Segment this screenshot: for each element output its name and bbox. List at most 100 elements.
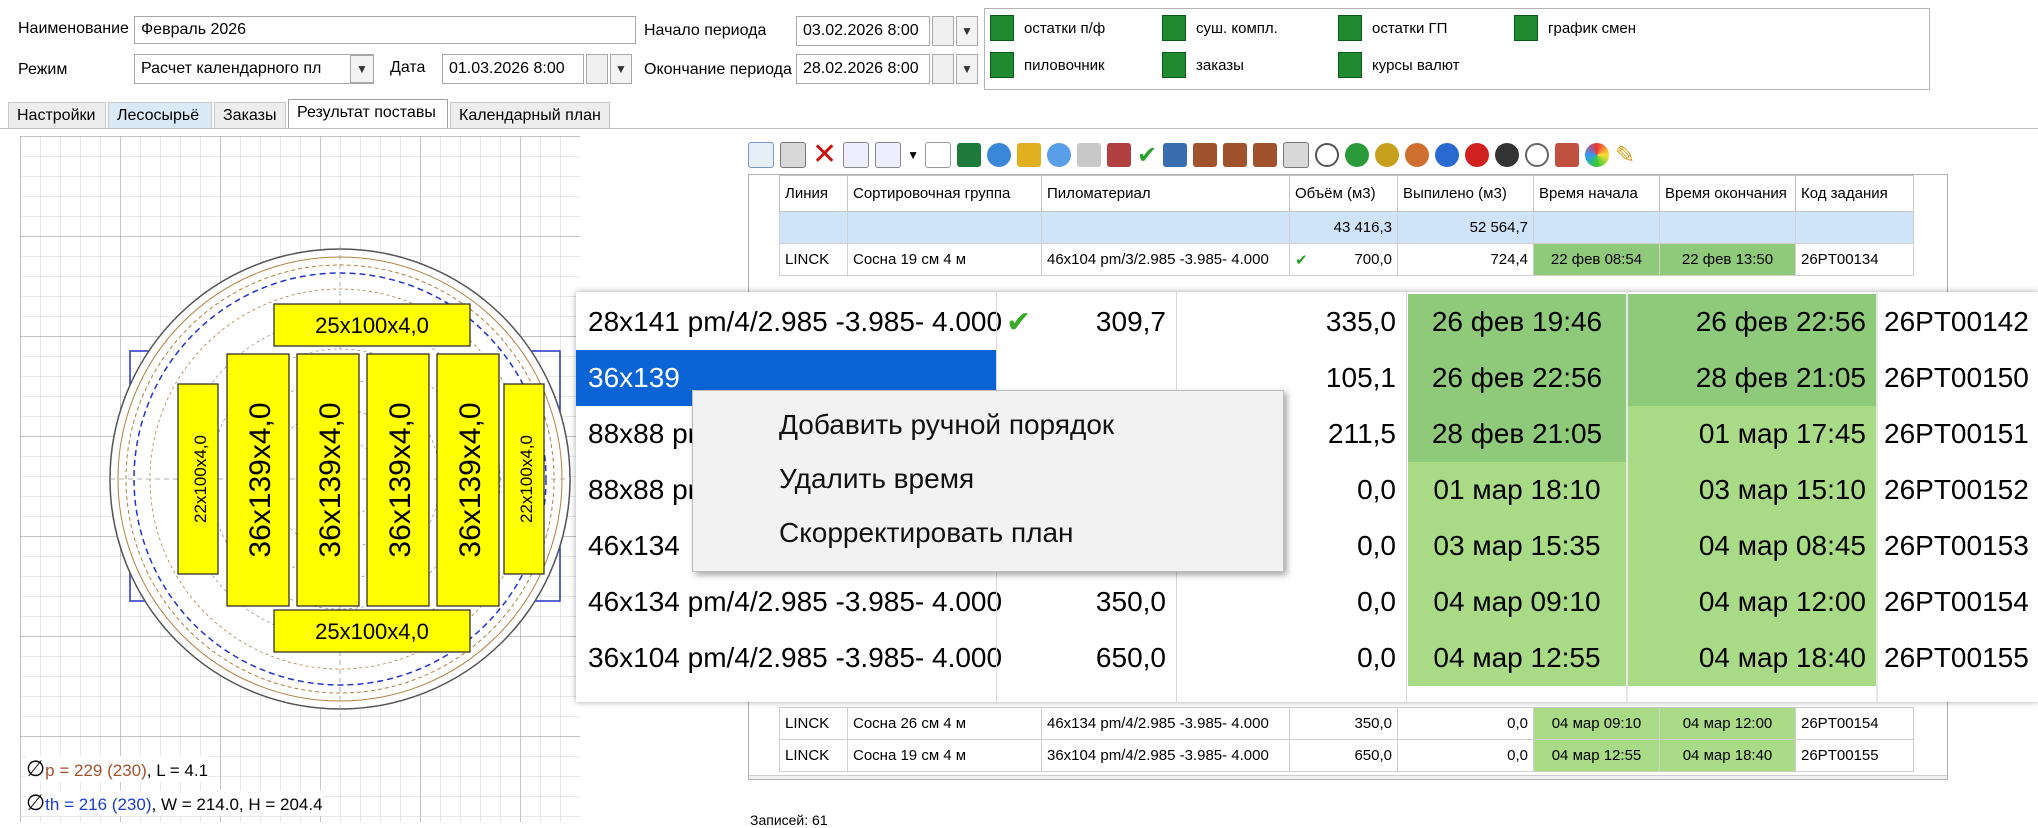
col-line[interactable]: Линия — [779, 175, 848, 212]
table-icon[interactable] — [780, 142, 806, 168]
menu-adjust-plan[interactable]: Скорректировать план — [779, 517, 1074, 549]
horizontal-scrollbar[interactable]: ‹ — [749, 775, 1947, 779]
center-board-label: 36x139x4,0 — [384, 402, 417, 557]
date-chevron-down-icon[interactable]: ▼ — [610, 54, 632, 84]
name-label: Наименование — [18, 20, 129, 37]
tabs-divider — [0, 128, 2038, 129]
status-records: Записей: 61 — [750, 812, 828, 828]
date-input[interactable]: 01.03.2026 8:00 — [442, 54, 584, 84]
cutting-diagram-svg: 25x100x4,0 25x100x4,0 22x100x4,0 22x100x… — [20, 136, 580, 822]
hierarchy-icon[interactable] — [1283, 142, 1310, 168]
new-doc-icon[interactable] — [748, 142, 774, 168]
tab-calendar-plan[interactable]: Календарный план — [450, 102, 610, 128]
mode-chevron-down-icon[interactable]: ▼ — [350, 55, 374, 83]
check-logs[interactable]: пиловочник — [990, 52, 1105, 78]
checkbox-icon — [1338, 15, 1362, 41]
col-group[interactable]: Сортировочная группа — [847, 175, 1042, 212]
table-row[interactable]: LINCK Сосна 26 см 4 м 46x134 pm/4/2.985 … — [779, 707, 1914, 740]
tab-cut-result[interactable]: Результат поставы — [288, 99, 448, 129]
context-menu: Добавить ручной порядок Удалить время Ск… — [692, 390, 1284, 572]
col-cut[interactable]: Выпилено (м3) — [1397, 175, 1534, 212]
machine-icon[interactable] — [1253, 143, 1278, 167]
start-chevron-down-icon[interactable]: ▼ — [956, 16, 978, 46]
table-row[interactable]: 36x104 pm/4/2.985 -3.985- 4.000 650,0 0,… — [576, 630, 2038, 686]
alert-circle-icon[interactable] — [1405, 143, 1430, 167]
col-material[interactable]: Пиломатериал — [1041, 175, 1290, 212]
end-chevron-down-icon[interactable]: ▼ — [956, 54, 978, 84]
checkbox-icon — [990, 15, 1014, 41]
chevron-down-icon[interactable]: ▼ — [907, 148, 919, 162]
checkmark-icon: ✔ — [1295, 251, 1308, 269]
date-label: Дата — [390, 59, 426, 76]
start-spinner[interactable] — [932, 16, 954, 46]
col-code[interactable]: Код задания — [1795, 175, 1914, 212]
stop-circle-icon[interactable] — [1495, 143, 1520, 167]
blank-doc-icon[interactable] — [925, 142, 952, 168]
name-input[interactable]: Февраль 2026 — [134, 16, 636, 44]
tab-timber[interactable]: Лесосырьё — [108, 102, 212, 128]
printer-icon[interactable] — [1077, 143, 1102, 167]
col-divider — [1876, 292, 1878, 702]
chevron-left-icon[interactable]: ‹ — [751, 778, 756, 779]
col-divider — [1406, 292, 1407, 702]
pen-icon[interactable] — [1163, 143, 1188, 167]
start-input[interactable]: 03.02.2026 8:00 — [796, 16, 930, 46]
checkbox-icon — [990, 52, 1014, 78]
ok-circle-icon[interactable] — [1345, 143, 1370, 167]
right-board-label: 22x100x4,0 — [517, 435, 536, 523]
tab-settings[interactable]: Настройки — [8, 102, 106, 128]
table-row[interactable]: 46x134 pm/4/2.985 -3.985- 4.000 350,0 0,… — [576, 574, 2038, 630]
check-currency[interactable]: курсы валют — [1338, 52, 1460, 78]
col-start[interactable]: Время начала — [1533, 175, 1660, 212]
comment-icon[interactable] — [1525, 143, 1550, 167]
check-leftovers-gp[interactable]: остатки ГП — [1338, 15, 1447, 41]
palette-icon[interactable] — [1555, 143, 1580, 167]
check-dry-sets[interactable]: суш. компл. — [1162, 15, 1278, 41]
grid-toolbar: ✕ ▼ ✔ ✎ — [748, 138, 1988, 172]
start-label: Начало периода — [644, 22, 767, 39]
total-volume: 43 416,3 — [1289, 211, 1398, 244]
diameter-info: ∅p = 229 (230), L = 4.1 — [26, 756, 209, 782]
machine-icon[interactable] — [1223, 143, 1248, 167]
col-volume[interactable]: Объём (м3) — [1289, 175, 1398, 212]
color-wheel-icon[interactable] — [1585, 143, 1610, 167]
menu-add-manual-order[interactable]: Добавить ручной порядок — [779, 409, 1114, 441]
col-end[interactable]: Время окончания — [1659, 175, 1796, 212]
grid-settings-icon[interactable] — [875, 142, 902, 168]
checkbox-icon — [1162, 52, 1186, 78]
clock-icon[interactable] — [1315, 143, 1340, 167]
table-row[interactable]: 28x141 pm/4/2.985 -3.985- 4.000 ✔ 309,7 … — [576, 294, 2038, 350]
totals-row: 43 416,3 52 564,7 — [779, 211, 1914, 244]
pencil-icon[interactable]: ✎ — [1615, 141, 1635, 170]
checkmark-icon[interactable]: ✔ — [1137, 141, 1157, 170]
excel-icon[interactable] — [957, 143, 982, 167]
refresh-icon[interactable] — [987, 143, 1012, 167]
check-shift-schedule[interactable]: график смен — [1514, 15, 1636, 41]
warning-circle-icon[interactable] — [1375, 143, 1400, 167]
table-row[interactable]: LINCK Сосна 19 см 4 м 46x104 pm/3/2.985 … — [779, 243, 1914, 276]
tools-icon[interactable] — [1107, 143, 1132, 167]
total-cut: 52 564,7 — [1397, 211, 1534, 244]
date-spinner[interactable] — [586, 54, 608, 84]
end-spinner[interactable] — [932, 54, 954, 84]
info-icon[interactable] — [1047, 143, 1072, 167]
center-board-label: 36x139x4,0 — [314, 402, 347, 557]
table-row[interactable]: LINCK Сосна 19 см 4 м 36x104 pm/4/2.985 … — [779, 739, 1914, 772]
left-board-label: 22x100x4,0 — [191, 435, 210, 523]
tab-orders[interactable]: Заказы — [214, 102, 286, 128]
mode-select[interactable]: Расчет календарного пл — [134, 54, 374, 84]
end-input[interactable]: 28.02.2026 8:00 — [796, 54, 930, 84]
error-circle-icon[interactable] — [1465, 143, 1490, 167]
delete-icon[interactable]: ✕ — [812, 140, 837, 170]
mode-label: Режим — [18, 61, 68, 78]
help-circle-icon[interactable] — [1435, 143, 1460, 167]
copy-icon[interactable] — [843, 142, 870, 168]
thickness-info: ∅th = 216 (230), W = 214.0, H = 204.4 — [26, 790, 323, 816]
end-label: Окончание периода — [644, 61, 792, 78]
machine-icon[interactable] — [1193, 143, 1218, 167]
check-leftovers-semi[interactable]: остатки п/ф — [990, 15, 1105, 41]
menu-delete-time[interactable]: Удалить время — [779, 463, 974, 495]
lock-icon[interactable] — [1017, 143, 1042, 167]
bottom-board-label: 25x100x4,0 — [315, 619, 429, 644]
check-orders[interactable]: заказы — [1162, 52, 1244, 78]
